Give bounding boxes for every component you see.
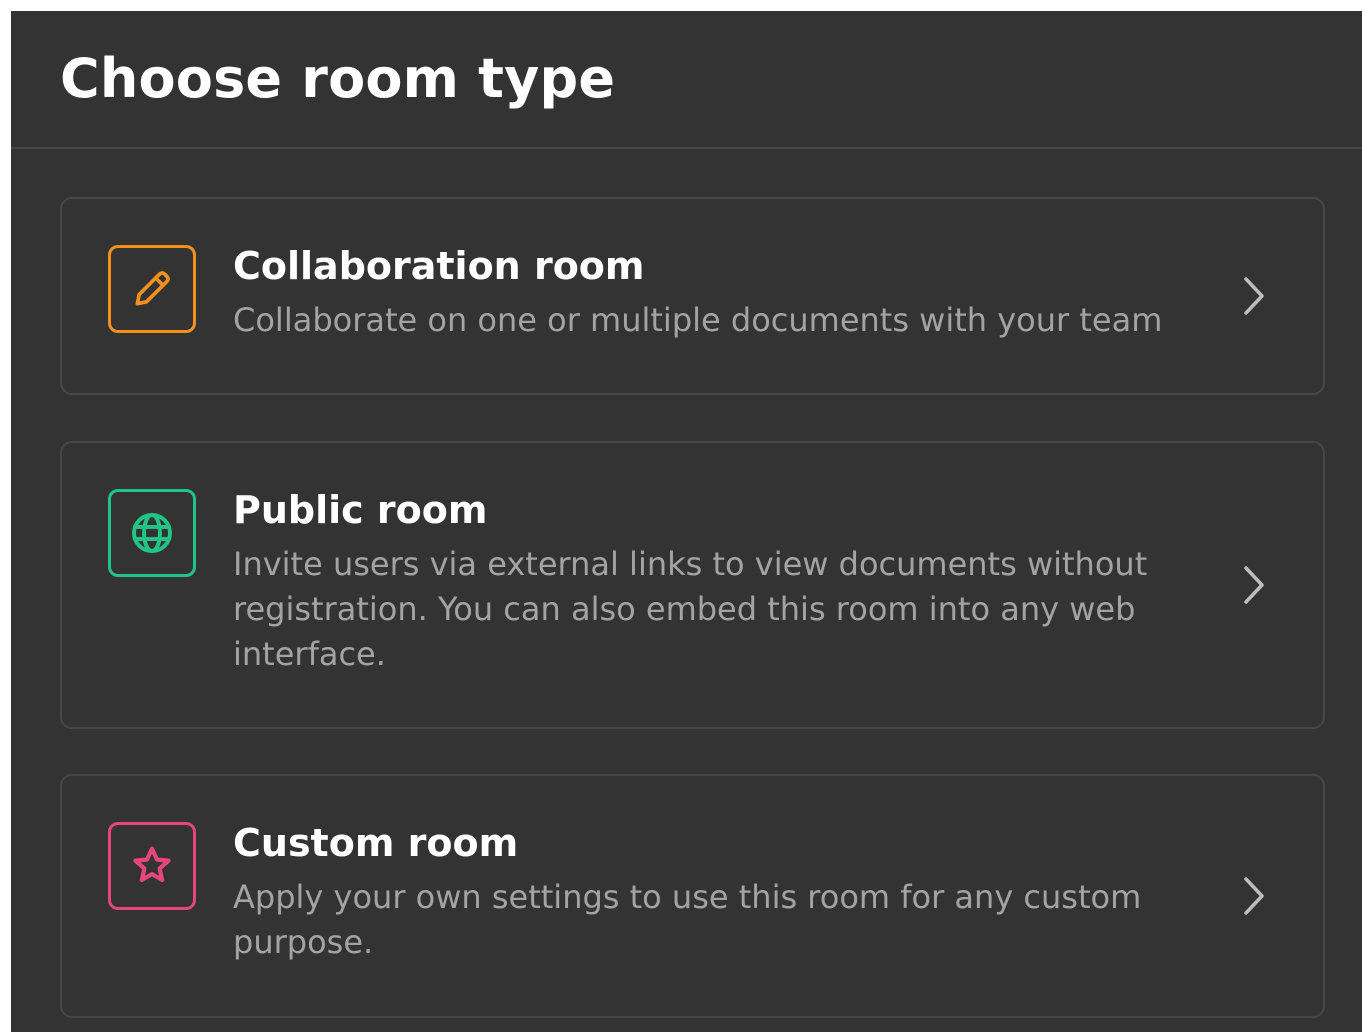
custom-room-logo <box>108 822 196 910</box>
public-room-logo <box>108 489 196 577</box>
star-icon <box>133 846 171 883</box>
room-text: Public room Invite users via external li… <box>233 487 1163 677</box>
collaboration-room-logo <box>108 245 196 333</box>
room-description: Collaborate on one or multiple documents… <box>233 301 1163 339</box>
dialog-title: Choose room type <box>60 47 616 110</box>
chevron-right-icon <box>1244 566 1264 604</box>
room-option-custom[interactable]: Custom room Apply your own settings to u… <box>60 774 1325 1018</box>
room-text: Collaboration room Collaborate on one or… <box>233 243 1163 343</box>
room-name: Custom room <box>233 821 519 865</box>
dialog-header: Choose room type <box>11 11 1362 149</box>
pencil-icon <box>135 271 170 306</box>
room-option-collaboration[interactable]: Collaboration room Collaborate on one or… <box>60 197 1325 395</box>
room-text: Custom room Apply your own settings to u… <box>233 820 1163 965</box>
room-name: Public room <box>233 488 488 532</box>
chevron-right-icon <box>1244 877 1264 915</box>
choose-room-type-dialog: Choose room type Collaboration room Coll… <box>11 11 1362 1032</box>
room-description: Invite users via external links to view … <box>233 545 1148 673</box>
room-option-public[interactable]: Public room Invite users via external li… <box>60 441 1325 729</box>
chevron-right-icon <box>1244 277 1264 315</box>
room-name: Collaboration room <box>233 244 645 288</box>
globe-icon <box>132 513 172 553</box>
room-description: Apply your own settings to use this room… <box>233 878 1142 961</box>
